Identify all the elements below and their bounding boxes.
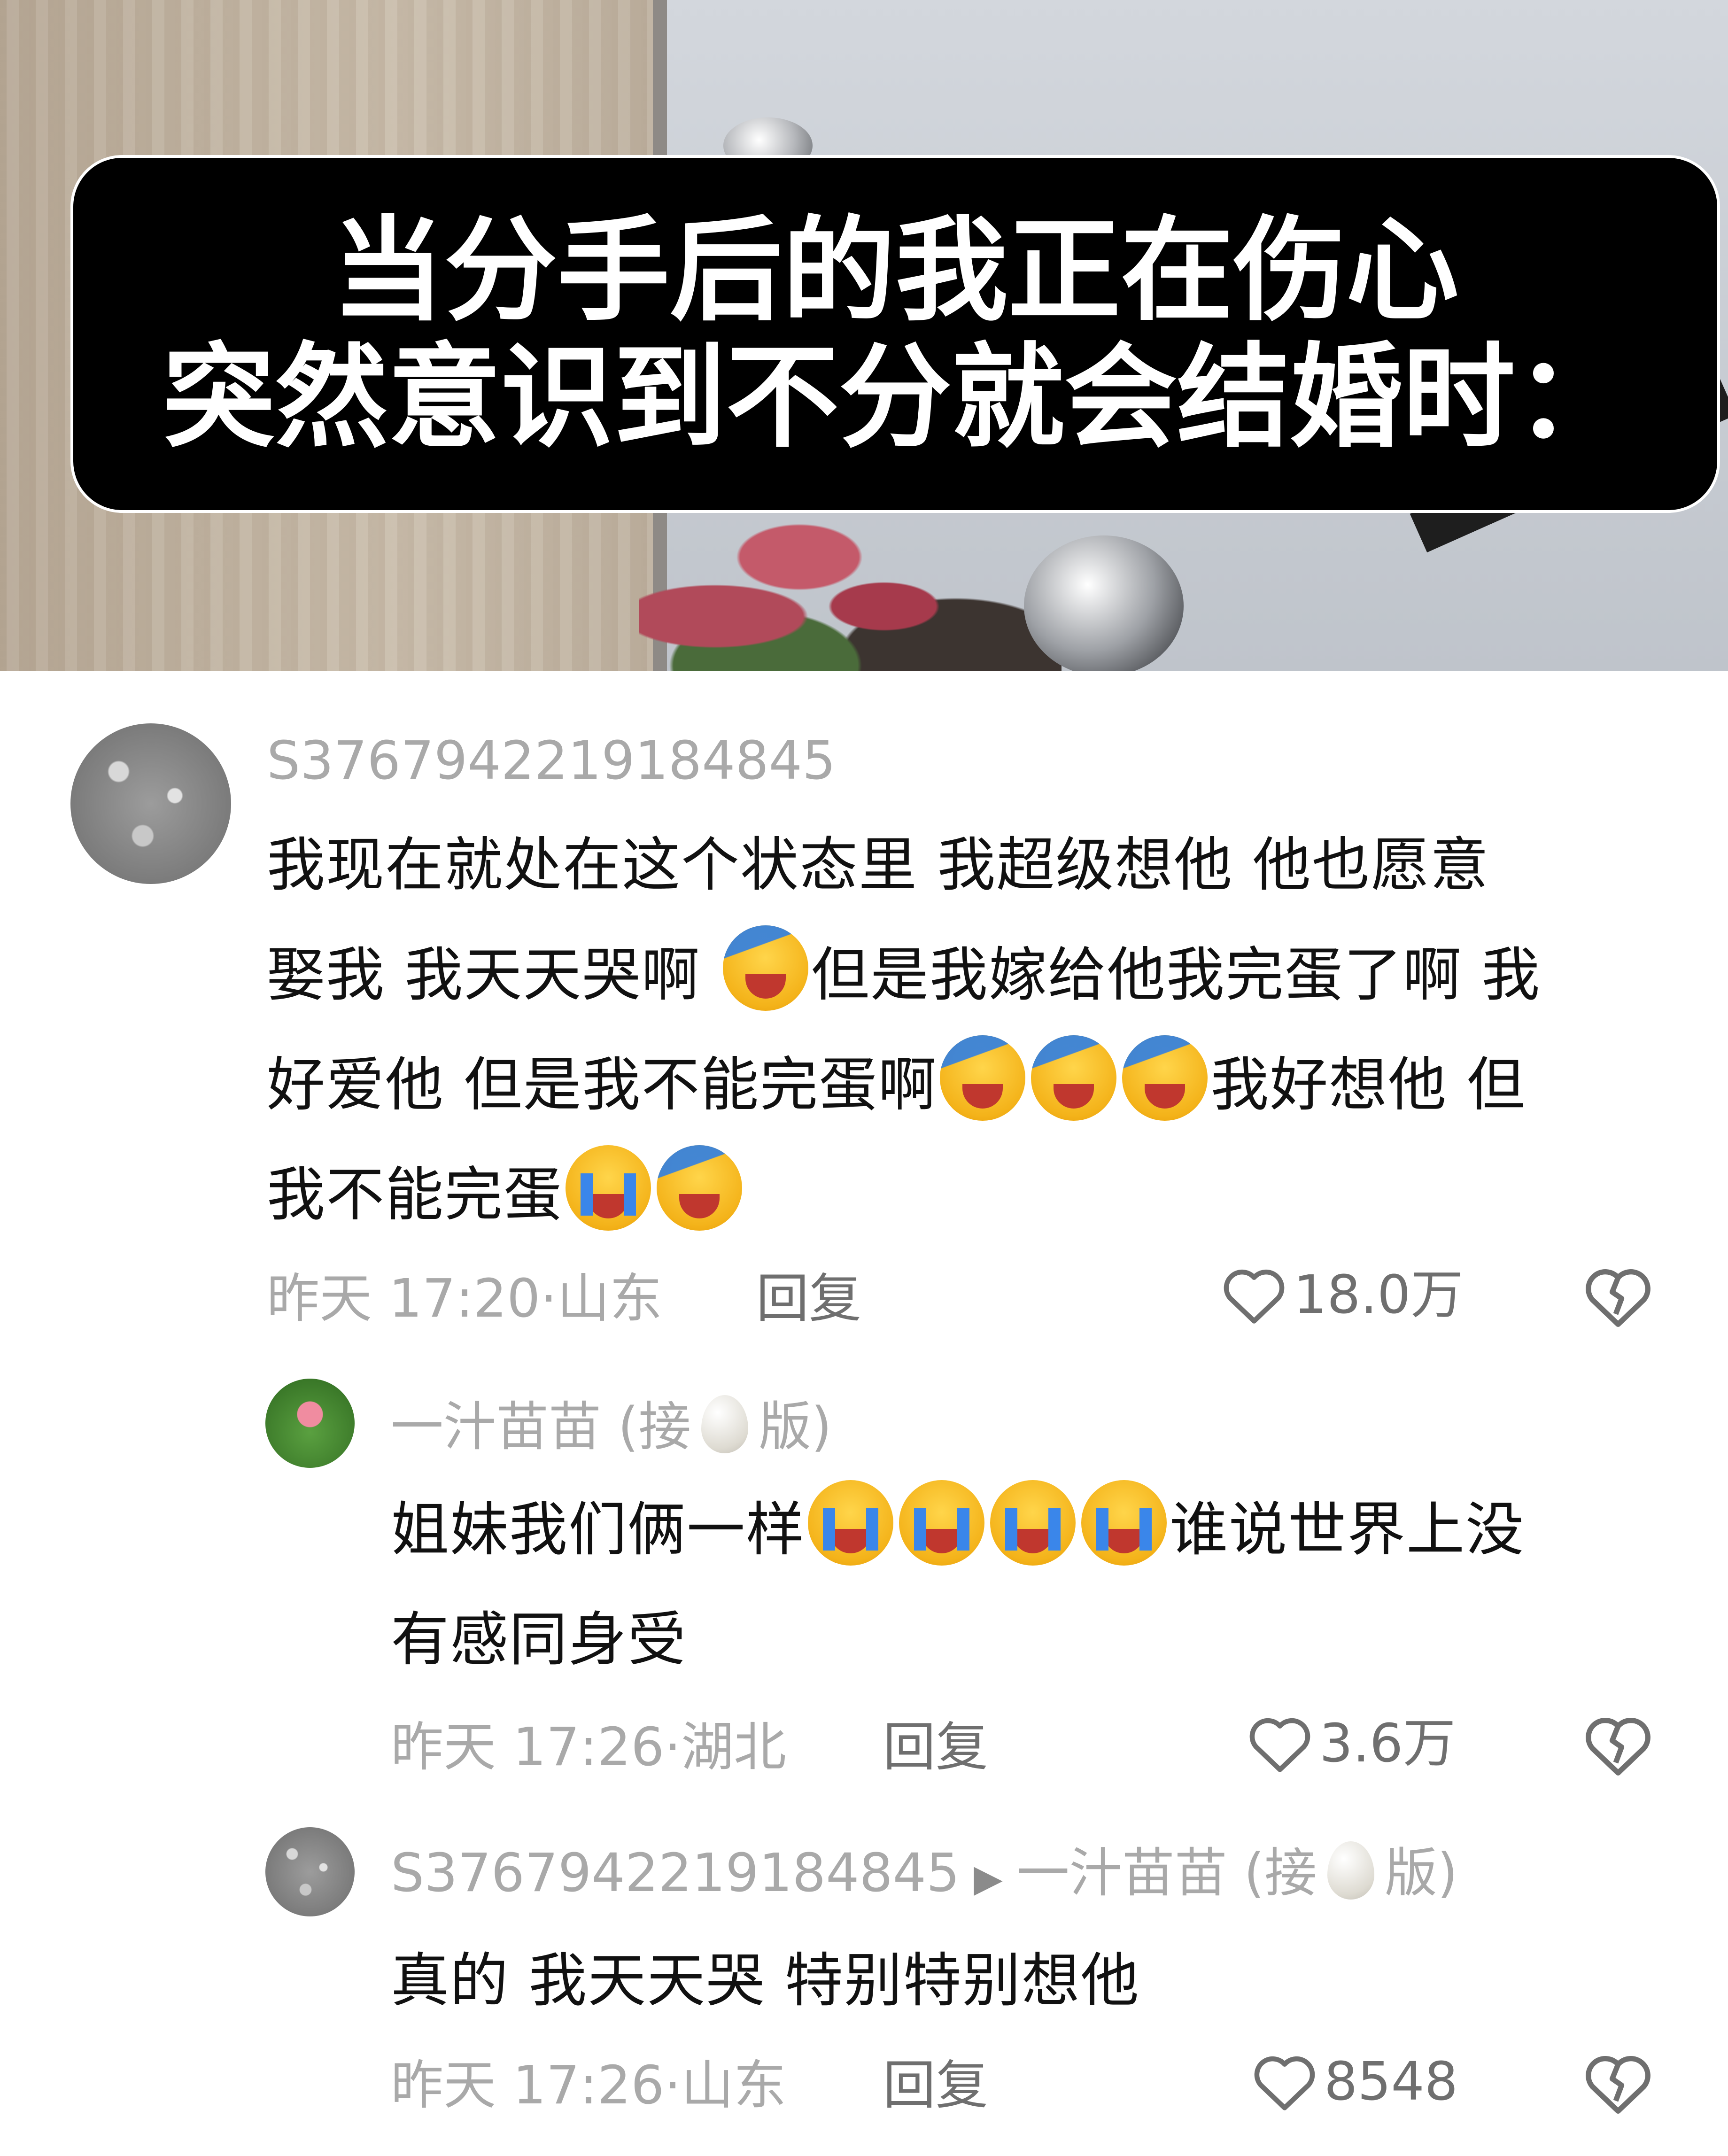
comment-meta: 昨天 17:26·湖北: [391, 1717, 786, 1778]
video-caption: 当分手后的我正在伤心 突然意识到不分就会结婚时：: [70, 155, 1720, 513]
heart-icon: [1249, 1718, 1310, 1772]
loudly-crying-face-icon: [1081, 1480, 1167, 1566]
comment-line: 谁说世界上没: [1170, 1496, 1525, 1564]
heart-icon: [1254, 2056, 1315, 2110]
broken-heart-icon[interactable]: [1583, 1264, 1653, 1329]
comment-username[interactable]: S3767942219184845: [267, 730, 836, 791]
comment-line: 但是我嫁给他我完蛋了啊 我: [811, 941, 1541, 1009]
egg-icon: [1327, 1841, 1375, 1900]
reply-button[interactable]: 回复: [756, 1268, 861, 1329]
like-count: 8548: [1324, 2051, 1458, 2112]
reply-button[interactable]: 回复: [883, 2055, 988, 2116]
comment-line: 姐妹我们俩一样: [391, 1496, 806, 1564]
video-frame[interactable]: 当分手后的我正在伤心 突然意识到不分就会结婚时：: [0, 0, 1728, 671]
like-button[interactable]: 3.6万: [1247, 1713, 1456, 1774]
avatar[interactable]: [265, 1379, 355, 1468]
comment-line: 我好想他 但: [1210, 1051, 1526, 1119]
egg-icon: [701, 1395, 749, 1453]
comment-username[interactable]: S3767942219184845 ▶ 一汁苗苗 (接 版): [391, 1841, 1458, 1909]
comment-line: 娶我 我天天哭啊: [267, 941, 701, 1009]
crying-face-hand-icon: [940, 1035, 1026, 1121]
heart-icon: [1224, 1269, 1285, 1324]
location: 湖北: [681, 1717, 786, 1778]
comment-text: 姐妹我们俩一样 谁说世界上没 有感同身受: [391, 1475, 1682, 1695]
vase-image: [1024, 535, 1184, 671]
loudly-crying-face-icon: [566, 1145, 651, 1231]
crying-face-hand-icon: [1122, 1035, 1208, 1121]
comment-line: 我不能完蛋: [267, 1161, 563, 1229]
like-button[interactable]: 18.0万: [1221, 1264, 1463, 1326]
caption-line-2: 突然意识到不分就会结婚时：: [162, 332, 1628, 463]
timestamp: 昨天 17:26: [391, 1717, 665, 1778]
avatar[interactable]: [265, 1827, 355, 1916]
crying-face-hand-icon: [722, 925, 808, 1011]
comment-line: 有感同身受: [391, 1606, 687, 1674]
loudly-crying-face-icon: [990, 1480, 1076, 1566]
broken-heart-icon[interactable]: [1583, 1712, 1653, 1778]
crying-face-hand-icon: [657, 1145, 743, 1231]
location: 山东: [557, 1268, 662, 1329]
reply-arrow-icon: ▶: [974, 1856, 1003, 1900]
timestamp: 昨天 17:20: [267, 1268, 541, 1329]
timestamp: 昨天 17:26: [391, 2055, 665, 2116]
broken-heart-icon[interactable]: [1583, 2050, 1653, 2116]
comment-meta: 昨天 17:26·山东: [391, 2055, 786, 2116]
comment-text: 我现在就处在这个状态里 我超级想他 他也愿意 娶我 我天天哭啊 但是我嫁给他我完…: [267, 810, 1699, 1250]
like-count: 3.6万: [1319, 1713, 1456, 1774]
flowers-image: [639, 498, 1062, 671]
caption-line-1: 当分手后的我正在伤心: [331, 205, 1459, 336]
comment-line: 我现在就处在这个状态里 我超级想他 他也愿意: [267, 831, 1489, 899]
like-count: 18.0万: [1294, 1264, 1464, 1326]
location: 山东: [681, 2055, 786, 2116]
loudly-crying-face-icon: [899, 1480, 985, 1566]
crying-face-hand-icon: [1031, 1035, 1117, 1121]
comment-line: 真的 我天天哭 特别特别想他: [391, 1947, 1140, 2015]
comment-username[interactable]: 一汁苗苗 (接 版): [391, 1395, 832, 1458]
comment-meta: 昨天 17:20·山东: [267, 1268, 662, 1329]
reply-button[interactable]: 回复: [883, 1717, 988, 1778]
avatar[interactable]: [70, 723, 231, 884]
loudly-crying-face-icon: [808, 1480, 894, 1566]
comment-text: 真的 我天天哭 特别特别想他: [391, 1926, 1682, 2036]
comment-line: 好爱他 但是我不能完蛋啊: [267, 1051, 938, 1119]
like-button[interactable]: 8548: [1252, 2051, 1458, 2112]
